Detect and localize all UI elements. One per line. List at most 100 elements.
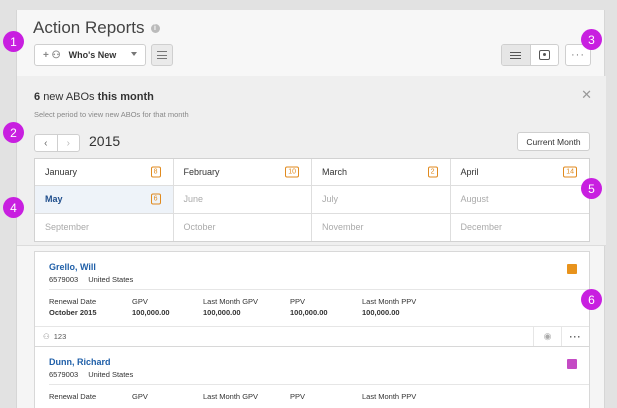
month-cell-march[interactable]: March 2 [312,159,451,187]
month-label: January [45,167,78,178]
header: Action Reports i + ⚇ Who's New ··· [17,10,604,85]
month-label: May [45,194,63,205]
metric-value: October 2015 [49,308,97,317]
panel-title: 6 new ABOs this month [34,91,154,103]
card-footer: ⚇ 123 ◉ ··· [35,326,589,346]
metric-last-month-ppv: Last Month PPV [362,392,416,403]
metric-label: Last Month GPV [203,392,259,401]
metric-label: Last Month GPV [203,297,259,306]
callout-2: 2 [3,122,24,143]
metric-label: Last Month PPV [362,297,417,306]
metric-label: PPV [290,392,306,401]
panel-subtitle: Select period to view new ABOs for that … [34,110,189,119]
whos-new-dropdown[interactable]: + ⚇ Who's New [34,44,146,66]
abo-id-line: 6579003 United States [49,370,133,379]
callout-3: 3 [581,29,602,50]
prev-year-button[interactable]: ‹ [35,135,57,151]
metric-gpv: GPV [132,392,148,403]
panel-title-mid: new ABOs [43,91,95,103]
abo-country: United States [88,275,134,284]
metric-value: 100,000.00 [132,308,170,317]
metric-label: PPV [290,297,306,306]
month-cell-january[interactable]: January 8 [35,159,174,187]
metric-ppv: PPV 100,000.00 [290,297,328,317]
status-indicator [567,359,577,369]
downline-count-value: 123 [53,332,67,341]
metric-value: 100,000.00 [203,308,241,317]
view-toggle [501,44,559,66]
metric-renewal-date: Renewal Date October 2015 [49,297,97,317]
current-month-button[interactable]: Current Month [517,132,590,151]
callout-6: 6 [581,289,602,310]
month-cell-february[interactable]: February 10 [173,159,312,187]
sliders-icon [157,51,167,59]
metric-label: Renewal Date [49,297,97,306]
info-icon[interactable]: i [150,24,160,34]
month-label: December [460,222,503,233]
eye-icon[interactable]: ◉ [533,327,561,346]
list-view-button[interactable] [502,45,531,65]
month-label: June [183,194,204,205]
metric-value: 100,000.00 [362,308,400,317]
month-label: March [322,167,348,178]
callout-1: 1 [3,31,24,52]
month-badge: 14 [563,166,577,178]
month-label: September [45,222,90,233]
metric-label: GPV [132,392,148,401]
card-view-button[interactable] [531,45,559,65]
chevron-down-icon [131,52,137,56]
abo-card: Dunn, Richard 6579003 United States Renew… [34,346,590,408]
month-cell-december: December [451,214,590,241]
month-label: April [460,167,479,178]
month-label: November [322,222,364,233]
month-badge: 8 [150,166,161,178]
divider [49,289,589,290]
month-label: August [460,194,489,205]
metric-gpv: GPV 100,000.00 [132,297,170,317]
metric-last-month-ppv: Last Month PPV 100,000.00 [362,297,416,317]
month-badge: 6 [150,193,161,205]
metric-ppv: PPV [290,392,305,403]
add-user-icon: + ⚇ [43,49,61,61]
abo-id-line: 6579003 United States [49,275,133,284]
panel-title-end: this month [97,91,154,103]
abo-name-link[interactable]: Dunn, Richard [49,357,111,367]
list-icon [510,51,522,59]
month-cell-november: November [312,213,451,241]
month-cell-july: July [312,186,451,214]
callout-4: 4 [3,197,24,218]
month-cell-october: October [174,213,312,241]
divider [49,384,589,385]
people-icon: ⚇ [43,332,50,341]
abo-id: 6579003 [49,275,79,284]
downline-count: ⚇ 123 [43,332,66,341]
next-year-button[interactable]: › [56,135,80,151]
abo-name-link[interactable]: Grello, Will [49,262,96,272]
filter-button[interactable] [151,44,173,66]
metric-renewal-date: Renewal Date [49,392,96,403]
metric-label: Renewal Date [49,392,97,401]
callout-5: 5 [581,178,602,199]
metric-value: 100,000.00 [290,308,328,317]
month-cell-april[interactable]: April 14 [450,159,589,187]
status-indicator [567,264,577,274]
page-title-text: Action Reports [33,18,145,37]
month-selector-panel: 6 new ABOs this month Select period to v… [17,76,606,246]
abo-country: United States [88,370,134,379]
close-icon[interactable]: ✕ [581,87,592,103]
month-cell-may[interactable]: May 6 [35,186,174,214]
year-label: 2015 [89,133,121,149]
metric-label: Last Month PPV [362,392,417,401]
card-more-button[interactable]: ··· [561,327,589,346]
whos-new-label: Who's New [68,50,117,60]
month-grid: January 8 February 10 March 2 April 14 May 6 … [34,158,590,242]
metric-last-month-gpv: Last Month GPV [203,392,258,403]
year-navigation: ‹ › [34,134,80,152]
metric-label: GPV [132,297,148,306]
month-label: February [183,167,220,178]
abo-card: Grello, Will 6579003 United States Renewa… [34,251,590,347]
month-cell-september: September [35,213,174,241]
card-icon [538,50,550,60]
month-label: October [183,222,216,233]
month-cell-june: June [173,186,312,214]
